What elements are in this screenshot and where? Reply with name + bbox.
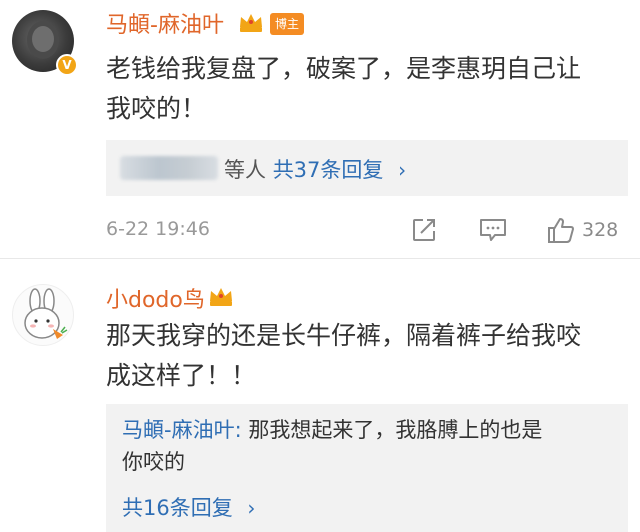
reply-count-link[interactable]: 共16条回复 › xyxy=(122,492,255,522)
comment-text-line: 那天我穿的还是长牛仔裤，隔着裤子给我咬 xyxy=(106,321,582,350)
like-button[interactable]: 328 xyxy=(546,215,618,245)
comment-icon xyxy=(480,219,506,241)
crown-icon xyxy=(210,288,232,306)
timestamp: 6-22 19:46 xyxy=(106,218,210,240)
chevron-right-icon: › xyxy=(247,496,256,520)
comment-button[interactable] xyxy=(478,215,508,245)
share-icon xyxy=(413,219,435,241)
reply-others-label: 等人 xyxy=(224,158,266,182)
reply-count-link[interactable]: 共37条回复 xyxy=(273,158,384,182)
comment-text-line: 老钱给我复盘了，破案了，是李惠玥自己让 xyxy=(106,54,582,83)
reply-summary[interactable]: 等人 共37条回复 › xyxy=(224,154,406,184)
verified-badge-icon: V xyxy=(56,54,78,76)
comment-item: 小dodo鸟 那天我穿的还是长牛仔裤，隔着裤子给我咬 成这样了！！ 马頔-麻油叶… xyxy=(0,262,640,532)
quoted-reply-text: 那我想起来了，我胳膊上的也是 xyxy=(241,418,543,442)
avatar[interactable] xyxy=(12,284,74,346)
bunny-avatar-icon xyxy=(24,288,68,339)
like-icon xyxy=(548,218,574,243)
chevron-right-icon: › xyxy=(398,158,407,182)
reply-summary-box[interactable]: 等人 共37条回复 › xyxy=(106,140,628,196)
quoted-reply-author[interactable]: 马頔-麻油叶: xyxy=(122,418,242,442)
quoted-reply-line: 你咬的 xyxy=(122,450,185,474)
username[interactable]: 小dodo鸟 xyxy=(106,282,205,314)
divider xyxy=(0,258,640,259)
comment-text: 那天我穿的还是长牛仔裤，隔着裤子给我咬 成这样了！！ xyxy=(106,316,626,396)
blurred-username xyxy=(120,156,218,180)
crown-icon xyxy=(240,14,262,32)
reply-count-label[interactable]: 共16条回复 xyxy=(122,496,233,520)
quoted-reply-line: 马頔-麻油叶: 那我想起来了，我胳膊上的也是 xyxy=(122,414,622,446)
comment-item: V 马頔-麻油叶 博主 老钱给我复盘了，破案了，是李惠玥自己让 我咬的！ 等人 … xyxy=(0,0,640,262)
comment-text-line: 成这样了！！ xyxy=(106,361,257,390)
like-count: 328 xyxy=(582,219,619,241)
share-button[interactable] xyxy=(410,215,438,245)
author-tag: 博主 xyxy=(270,13,305,35)
username[interactable]: 马頔-麻油叶 xyxy=(106,7,224,39)
comment-text-line: 我咬的！ xyxy=(106,94,207,123)
comment-meta: 6-22 19:46 328 xyxy=(0,205,640,255)
comment-text: 老钱给我复盘了，破案了，是李惠玥自己让 我咬的！ xyxy=(106,49,626,129)
quoted-reply-box[interactable]: 马頔-麻油叶: 那我想起来了，我胳膊上的也是 你咬的 共16条回复 › xyxy=(106,404,628,532)
